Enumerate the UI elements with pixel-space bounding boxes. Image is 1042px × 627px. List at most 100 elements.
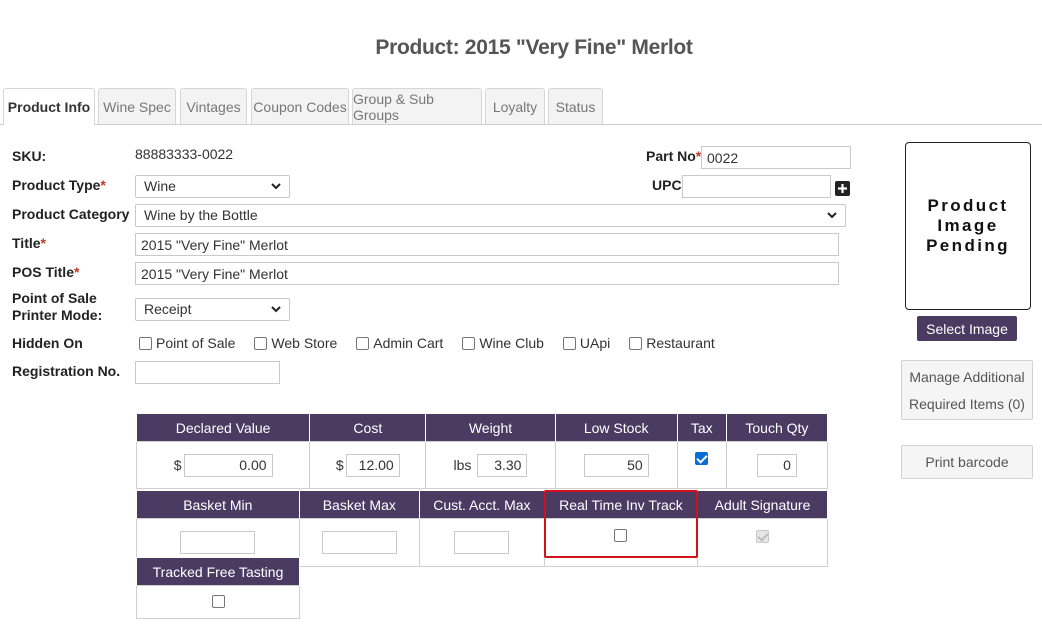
tab-status[interactable]: Status [548, 88, 603, 124]
part-no-label: Part No* [646, 148, 701, 165]
hidden-on-wine-club[interactable]: Wine Club [462, 335, 544, 351]
image-placeholder-line2: Image [937, 216, 999, 235]
basket-min-input[interactable] [180, 531, 256, 554]
product-category-value: Wine by the Bottle [144, 207, 258, 223]
weight-input[interactable] [477, 453, 528, 477]
product-image-placeholder: Product Image Pending [905, 142, 1031, 310]
table-header-row: Tracked Free Tasting [136, 557, 300, 586]
weight-cell: lbs [425, 441, 556, 489]
checkbox[interactable] [356, 336, 370, 350]
touch-qty-header: Touch Qty [725, 413, 829, 442]
checkbox[interactable] [562, 336, 576, 350]
pos-title-label-text: POS Title [12, 264, 74, 280]
option-label: Restaurant [646, 335, 715, 351]
table-row: $ $ lbs [135, 441, 829, 489]
tracked-free-tasting-checkbox[interactable] [211, 595, 225, 608]
chevron-down-icon [271, 183, 281, 190]
declared-value-input[interactable] [183, 453, 273, 477]
option-label: Web Store [271, 335, 338, 351]
product-type-label: Product Type* [12, 177, 106, 194]
title-input[interactable] [135, 233, 839, 256]
tax-checkbox[interactable] [695, 452, 709, 465]
pos-printer-mode-select[interactable]: Receipt [135, 298, 290, 321]
tab-vintages[interactable]: Vintages [180, 88, 247, 124]
declared-value-cell: $ [135, 441, 311, 489]
add-upc-button[interactable] [835, 181, 850, 196]
page-title: Product: 2015 "Very Fine" Merlot [375, 36, 693, 59]
low-stock-input[interactable] [583, 453, 649, 477]
checkbox[interactable] [254, 336, 268, 350]
basket-max-input[interactable] [321, 531, 397, 554]
cost-input[interactable] [345, 453, 400, 477]
currency-symbol: $ [335, 457, 344, 473]
checkbox[interactable] [139, 336, 152, 350]
product-type-label-text: Product Type [12, 177, 101, 193]
part-no-label-text: Part No [646, 148, 696, 164]
part-no-input[interactable] [701, 146, 851, 169]
manage-additional-line2: Required Items (0) [909, 396, 1025, 412]
adult-signature-cell [697, 518, 828, 567]
hidden-on-point-of-sale[interactable]: Point of Sale [139, 335, 235, 351]
required-marker: * [73, 264, 80, 280]
pricing-table: Declared Value Cost Weight Low Stock Tax… [135, 413, 829, 489]
adult-signature-header: Adult Signature [697, 490, 828, 519]
hidden-on-restaurant[interactable]: Restaurant [629, 335, 715, 351]
declared-value-header: Declared Value [135, 413, 311, 442]
select-image-button[interactable]: Select Image [917, 316, 1017, 341]
tab-group-sub-groups[interactable]: Group & Sub Groups [352, 88, 482, 124]
cust-acct-max-cell [418, 518, 545, 567]
tracked-free-tasting-header: Tracked Free Tasting [136, 557, 300, 586]
hidden-on-admin-cart[interactable]: Admin Cart [356, 335, 443, 351]
tab-loyalty[interactable]: Loyalty [485, 88, 545, 124]
low-stock-cell [554, 441, 678, 489]
tasting-table: Tracked Free Tasting [136, 557, 300, 619]
pos-title-input[interactable] [135, 262, 839, 285]
pos-printer-mode-label-line1: Point of Sale [12, 290, 97, 306]
table-header-row: Declared Value Cost Weight Low Stock Tax… [135, 413, 829, 442]
product-type-select[interactable]: Wine [135, 175, 290, 198]
table-header-row: Basket Min Basket Max Cust. Acct. Max Re… [136, 490, 828, 519]
real-time-inv-track-cell [543, 518, 699, 567]
manage-additional-required-items-button[interactable]: Manage Additional Required Items (0) [901, 360, 1033, 420]
low-stock-header: Low Stock [554, 413, 678, 442]
tax-header: Tax [676, 413, 727, 442]
cust-acct-max-input[interactable] [454, 531, 510, 554]
product-category-select[interactable]: Wine by the Bottle [135, 204, 846, 227]
cust-acct-max-header: Cust. Acct. Max [418, 490, 545, 519]
limits-table: Basket Min Basket Max Cust. Acct. Max Re… [136, 490, 828, 567]
hidden-on-label: Hidden On [12, 335, 83, 351]
table-row [136, 585, 300, 619]
checkbox[interactable] [462, 336, 476, 350]
upc-input[interactable] [682, 175, 831, 198]
tab-wine-spec[interactable]: Wine Spec [98, 88, 176, 124]
cost-cell: $ [309, 441, 427, 489]
plus-icon [838, 184, 847, 193]
tab-product-info[interactable]: Product Info [3, 88, 95, 125]
tracked-free-tasting-cell [136, 585, 300, 619]
upc-label: UPC [652, 177, 682, 193]
currency-symbol: $ [173, 457, 182, 473]
touch-qty-input[interactable] [756, 453, 797, 477]
basket-min-header: Basket Min [136, 490, 300, 519]
image-placeholder-line3: Pending [926, 236, 1010, 255]
option-label: Wine Club [479, 335, 544, 351]
touch-qty-cell [725, 441, 829, 489]
hidden-on-web-store[interactable]: Web Store [254, 335, 337, 351]
checkbox[interactable] [629, 336, 643, 350]
title-label: Title* [12, 235, 46, 252]
required-marker: * [100, 177, 106, 193]
weight-unit: lbs [453, 457, 472, 473]
hidden-on-uapi[interactable]: UApi [562, 335, 611, 351]
product-type-value: Wine [144, 178, 176, 194]
cost-header: Cost [309, 413, 427, 442]
adult-signature-checkbox [756, 530, 770, 543]
tax-cell [676, 441, 727, 489]
basket-max-header: Basket Max [298, 490, 420, 519]
tab-coupon-codes[interactable]: Coupon Codes [251, 88, 349, 124]
chevron-down-icon [827, 212, 837, 219]
print-barcode-button[interactable]: Print barcode [901, 445, 1033, 479]
option-label: UApi [579, 335, 611, 351]
real-time-inv-track-checkbox[interactable] [614, 529, 628, 542]
registration-no-input[interactable] [135, 361, 280, 384]
basket-max-cell [298, 518, 420, 567]
